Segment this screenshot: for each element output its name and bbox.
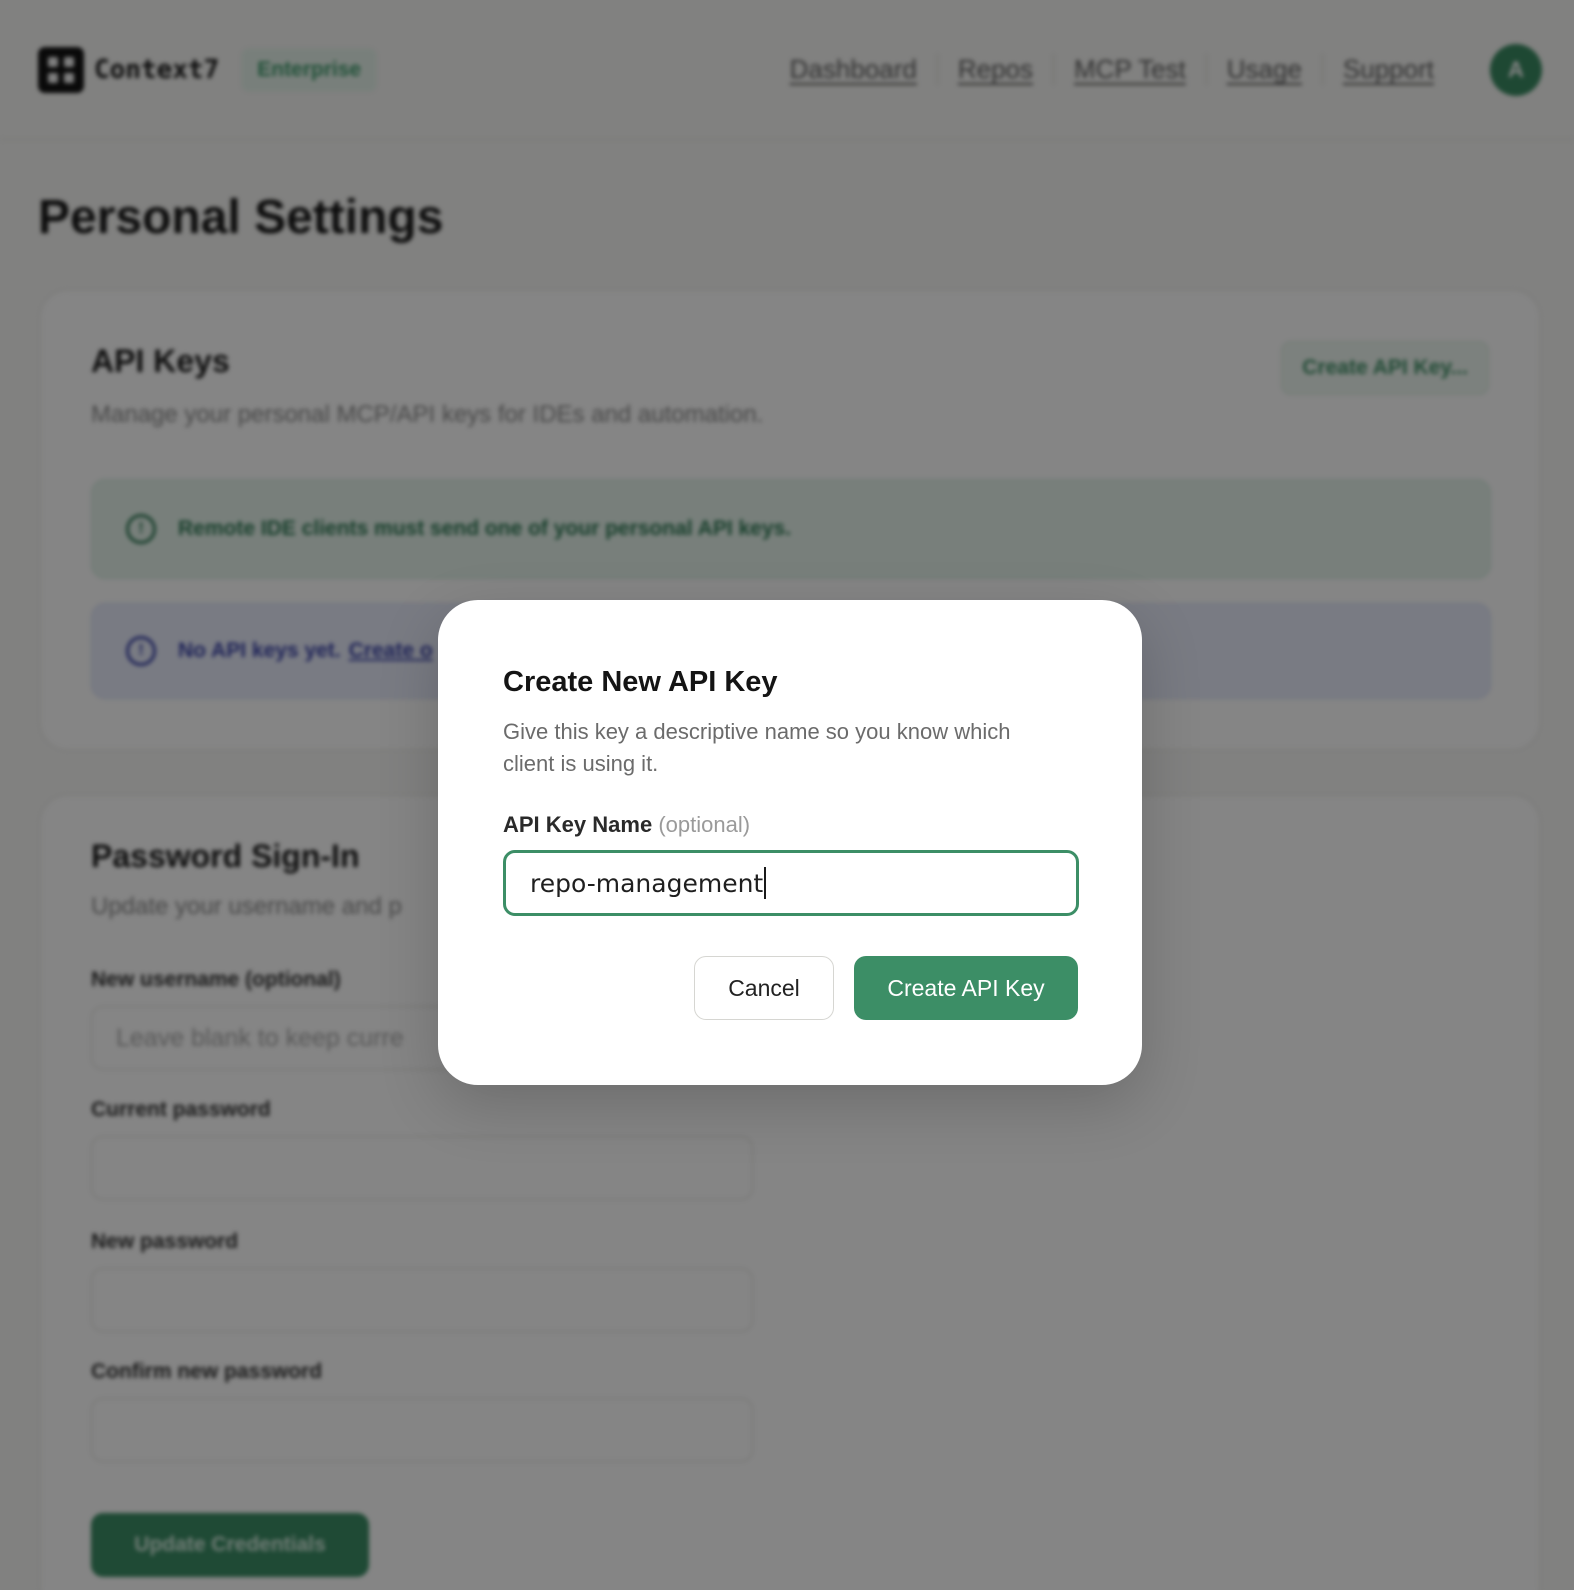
optional-hint: (optional) (658, 812, 751, 837)
text-caret (764, 867, 767, 899)
dialog-title: Create New API Key (503, 666, 778, 698)
cancel-button[interactable]: Cancel (694, 956, 834, 1020)
dialog-description: Give this key a descriptive name so you … (503, 719, 1011, 776)
api-key-name-value: repo-management (530, 868, 764, 898)
create-api-key-submit-button[interactable]: Create API Key (854, 956, 1078, 1020)
api-key-name-label-text: API Key Name (503, 812, 653, 837)
api-key-name-input[interactable]: repo-management (503, 850, 1079, 916)
dialog-actions: Cancel Create API Key (694, 956, 1078, 1020)
api-key-name-label: API Key Name (optional) (503, 812, 1078, 838)
create-api-key-dialog: Create New API Key Give this key a descr… (438, 600, 1142, 1085)
